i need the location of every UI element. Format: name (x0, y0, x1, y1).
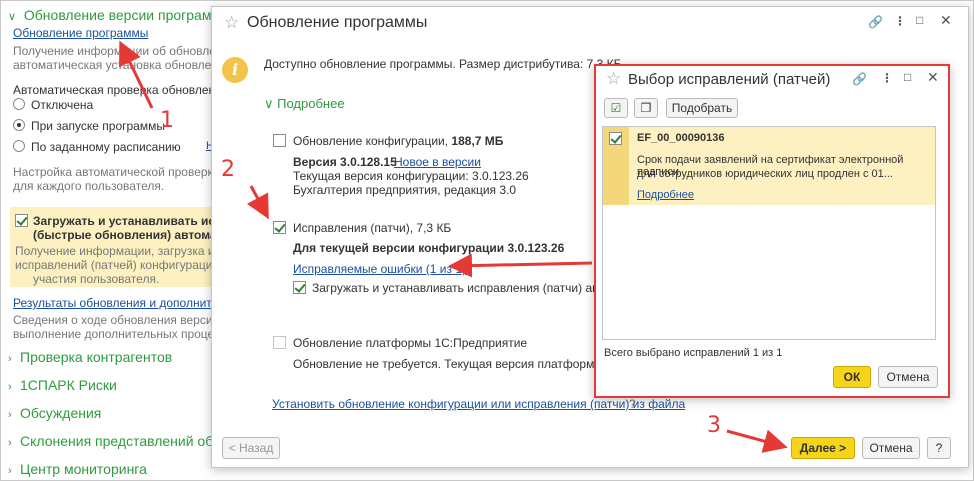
annotation-label-1: 1 (160, 108, 174, 133)
arrow-patch (448, 253, 593, 278)
annotation-label-3: 3 (707, 413, 721, 438)
arrow-1 (119, 40, 154, 109)
annotation-label-2: 2 (221, 157, 235, 182)
annotation-arrows (119, 40, 788, 453)
arrow-2 (246, 185, 269, 220)
arrow-3 (726, 429, 788, 453)
